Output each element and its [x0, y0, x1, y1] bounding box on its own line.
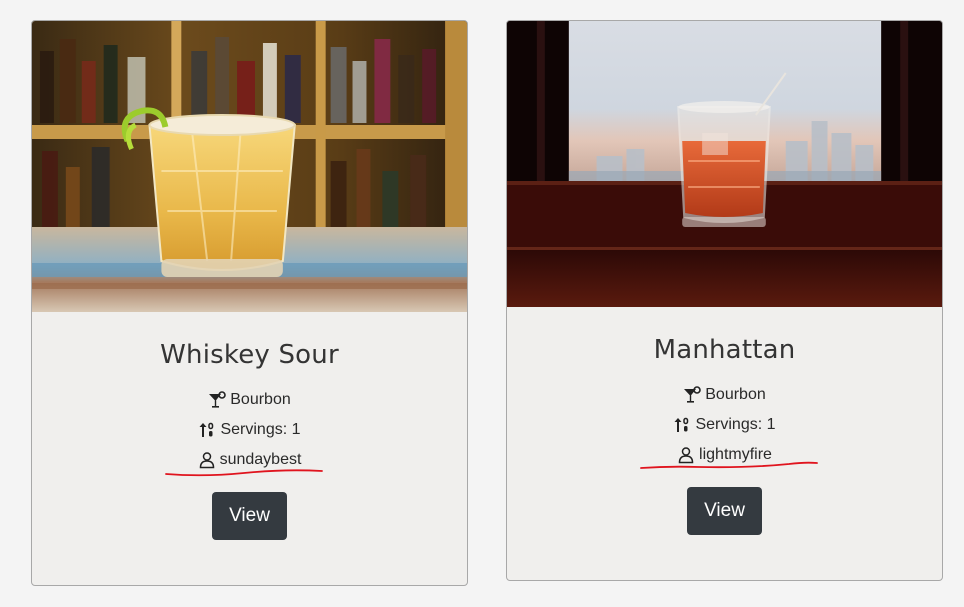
- whiskey-sour-photo: [32, 21, 467, 312]
- recipe-title: Whiskey Sour: [160, 340, 339, 370]
- user-icon: [677, 446, 695, 464]
- recipe-card: Manhattan Bourbon Servings: 1 lightmyfir…: [506, 20, 943, 581]
- sort-icon: [673, 416, 691, 434]
- servings-label: Servings: 1: [220, 421, 301, 438]
- card-body: Manhattan Bourbon Servings: 1 lightmyfir…: [507, 307, 942, 535]
- servings-label: Servings: 1: [695, 416, 776, 433]
- manhattan-photo: [507, 21, 942, 307]
- author-line: lightmyfire: [507, 445, 942, 469]
- servings-line: Servings: 1: [32, 420, 467, 440]
- recipe-title: Manhattan: [653, 335, 796, 365]
- spirit-label: Bourbon: [705, 386, 766, 403]
- view-button[interactable]: View: [687, 487, 762, 535]
- user-icon: [198, 451, 216, 469]
- author-name[interactable]: lightmyfire: [699, 446, 772, 464]
- spirit-label: Bourbon: [230, 391, 291, 408]
- spirit-line: Bourbon: [32, 390, 467, 410]
- recipe-card: Whiskey Sour Bourbon Servings: 1 sundayb…: [31, 20, 468, 586]
- author-name[interactable]: sundaybest: [220, 451, 302, 469]
- servings-line: Servings: 1: [507, 415, 942, 435]
- spirit-line: Bourbon: [507, 385, 942, 405]
- sort-icon: [198, 421, 216, 439]
- view-button[interactable]: View: [212, 492, 287, 540]
- author-line: sundaybest: [32, 450, 467, 477]
- cocktail-icon: [683, 386, 702, 404]
- card-body: Whiskey Sour Bourbon Servings: 1 sundayb…: [32, 312, 467, 540]
- cocktail-icon: [208, 391, 227, 409]
